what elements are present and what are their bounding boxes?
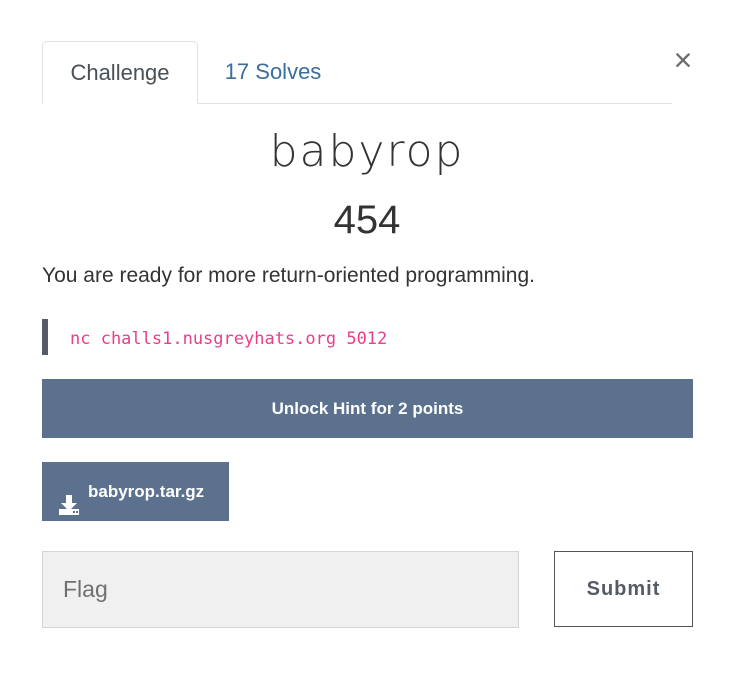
challenge-value: 454 — [333, 198, 401, 242]
submit-button[interactable]: Submit — [554, 551, 693, 627]
connection-blockquote: nc challs1.nusgreyhats.org 5012 — [42, 319, 387, 355]
challenge-modal: Challenge 17 Solves × babyrop 454 You ar… — [0, 0, 734, 691]
download-file-button[interactable]: babyrop.tar.gz — [42, 462, 229, 521]
close-icon[interactable]: × — [668, 44, 698, 76]
challenge-name: babyrop — [269, 126, 465, 177]
challenge-description: You are ready for more return-oriented p… — [42, 264, 535, 287]
tab-challenge[interactable]: Challenge — [42, 41, 198, 104]
tab-bar: Challenge 17 Solves — [42, 41, 672, 104]
connection-command: nc challs1.nusgreyhats.org 5012 — [70, 329, 388, 349]
flag-input[interactable] — [42, 551, 519, 628]
download-icon — [58, 481, 80, 515]
unlock-hint-button[interactable]: Unlock Hint for 2 points — [42, 379, 693, 438]
file-name: babyrop.tar.gz — [88, 482, 205, 501]
tab-solves[interactable]: 17 Solves — [198, 41, 348, 104]
